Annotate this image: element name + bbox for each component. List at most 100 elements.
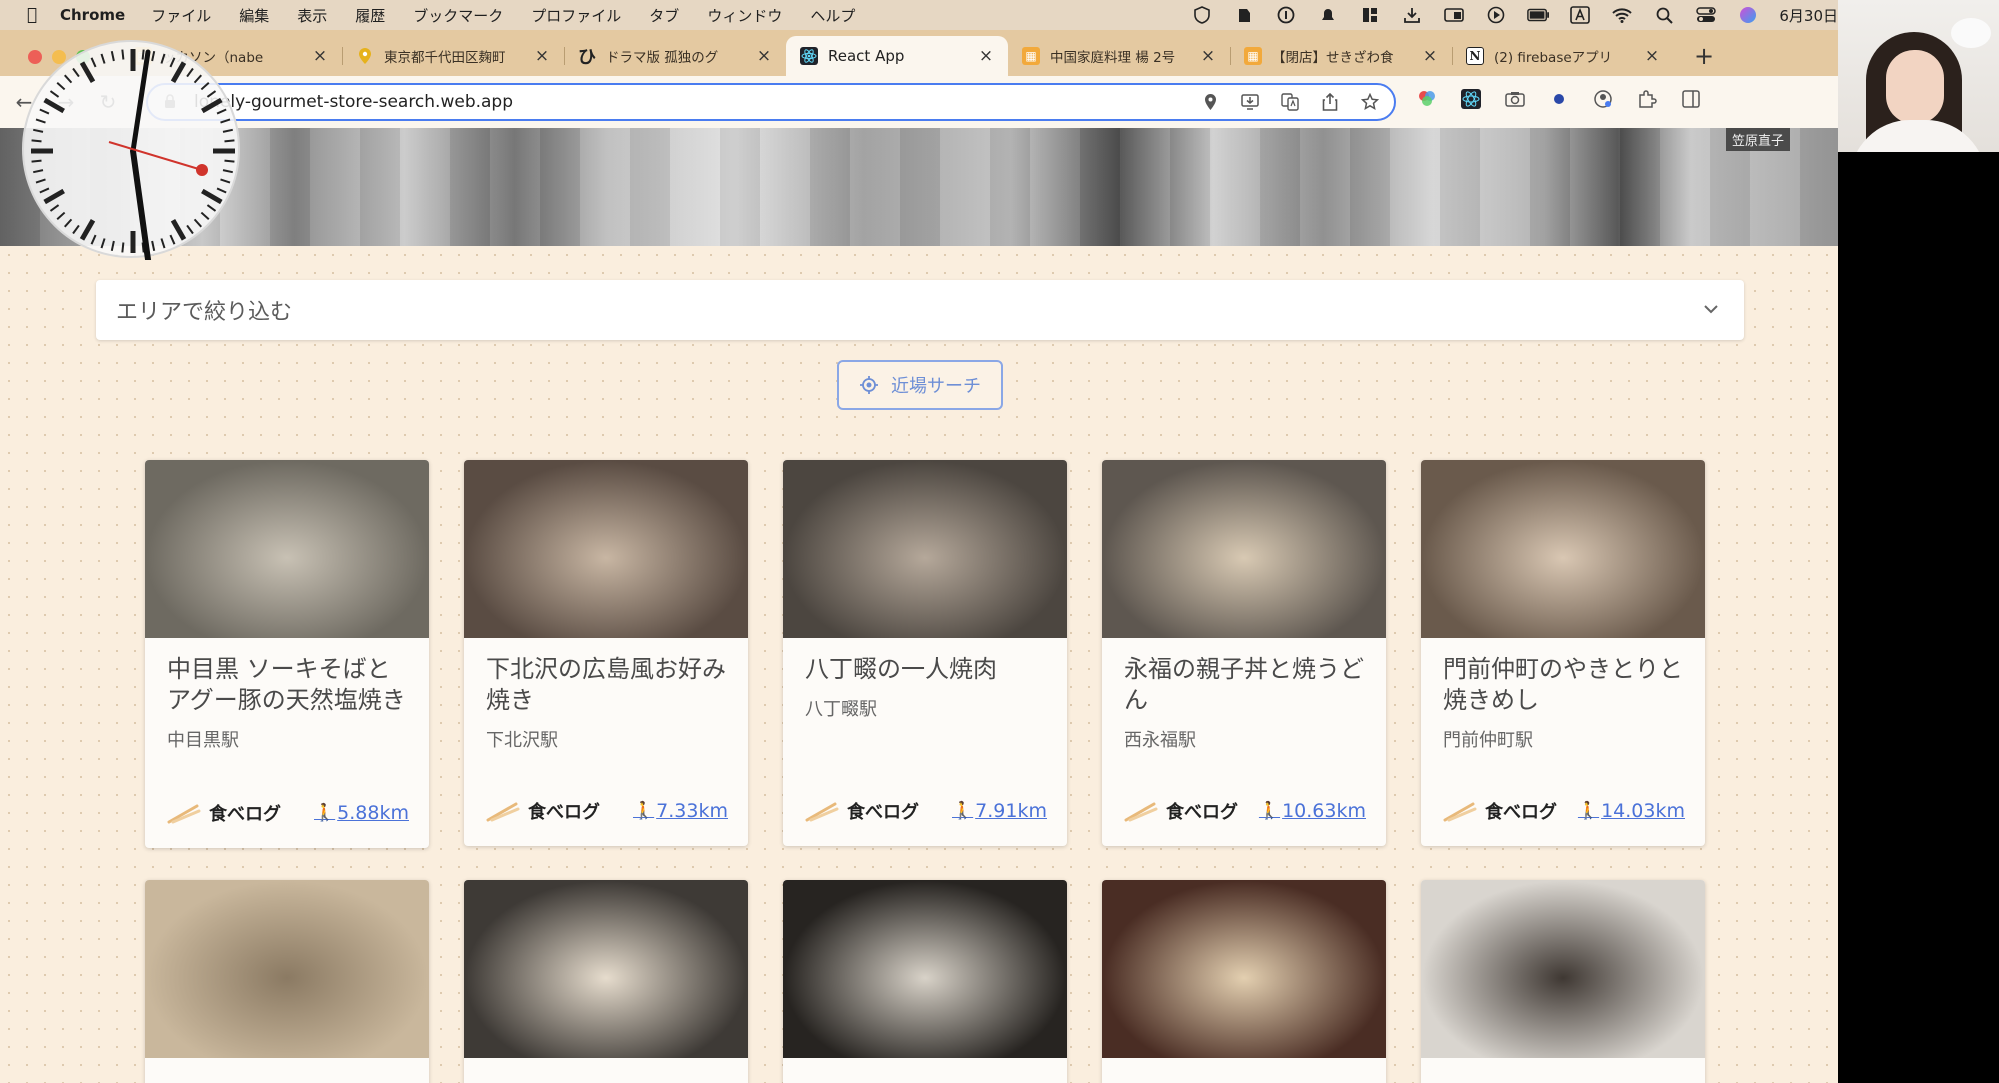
install-app-icon[interactable] <box>1240 92 1260 112</box>
menu-tab[interactable]: タブ <box>649 5 679 26</box>
clock-face-icon <box>31 49 235 277</box>
play-circle-icon[interactable] <box>1485 6 1507 24</box>
store-photo[interactable] <box>1421 460 1705 638</box>
tab-drama-gourmet[interactable]: ひ ドラマ版 孤独のグ × <box>564 36 786 76</box>
clock-tick <box>35 178 46 184</box>
distance-link[interactable]: 🚶 10.63km <box>1259 800 1366 822</box>
store-photo[interactable] <box>1102 880 1386 1058</box>
store-card[interactable]: 🚶 <box>1102 880 1386 1083</box>
store-photo[interactable] <box>464 880 748 1058</box>
nearby-search-label: 近場サーチ <box>891 376 981 397</box>
side-panel-icon[interactable] <box>1680 88 1702 110</box>
menu-help[interactable]: ヘルプ <box>810 5 855 26</box>
tab-chiyoda-map[interactable]: 東京都千代田区麹町 × <box>342 36 564 76</box>
tab-sekizawa[interactable]: ▦ 【閉店】せきざわ食 × <box>1230 36 1452 76</box>
record-extension-icon[interactable] <box>1548 88 1570 110</box>
distance-link[interactable]: 🚶 5.88km <box>314 802 409 824</box>
tabelog-link[interactable]: 食べログ <box>1124 798 1238 824</box>
wifi-icon[interactable] <box>1611 6 1633 24</box>
close-icon[interactable]: × <box>534 46 550 66</box>
clock-tick <box>39 187 50 194</box>
store-photo[interactable] <box>145 880 429 1058</box>
evernote-icon[interactable] <box>1233 6 1255 24</box>
menu-history[interactable]: 履歴 <box>355 5 385 26</box>
grid-app-icon[interactable] <box>1359 6 1381 24</box>
apple-icon[interactable]:  <box>14 5 50 25</box>
store-photo[interactable] <box>1421 880 1705 1058</box>
color-picker-extension-icon[interactable] <box>1416 88 1438 110</box>
store-photo[interactable] <box>783 460 1067 638</box>
store-photo[interactable] <box>464 460 748 638</box>
distance-link[interactable]: 🚶 14.03km <box>1578 800 1685 822</box>
tabelog-link[interactable]: 食べログ <box>805 798 919 824</box>
extensions-bar <box>1416 88 1702 110</box>
store-title[interactable]: 下北沢の広島風お好み焼き <box>486 654 728 716</box>
store-card[interactable]: 🚶 <box>1421 880 1705 1083</box>
camera-extension-icon[interactable] <box>1504 88 1526 110</box>
close-icon[interactable]: × <box>1644 46 1660 66</box>
menu-bookmarks[interactable]: ブックマーク <box>413 5 503 26</box>
tabelog-link[interactable]: 食べログ <box>486 798 600 824</box>
store-card[interactable]: 八丁畷の一人焼肉 八丁畷駅 食べログ 🚶 7.91km <box>783 460 1067 846</box>
close-icon[interactable]: × <box>756 46 772 66</box>
clock-tick <box>206 90 217 98</box>
control-center-icon[interactable] <box>1695 6 1717 24</box>
spotlight-search-icon[interactable] <box>1653 6 1675 24</box>
password-manager-icon[interactable] <box>1275 6 1297 24</box>
store-card[interactable]: 下北沢の広島風お好み焼き 下北沢駅 食べログ 🚶 7.33km <box>464 460 748 846</box>
notification-bell-icon[interactable] <box>1317 6 1339 24</box>
tab-firebase-notion[interactable]: N (2) firebaseアプリ × <box>1452 36 1674 76</box>
siri-icon[interactable] <box>1737 6 1759 24</box>
address-bar[interactable]: lonely-gourmet-store-search.web.app <box>146 83 1396 121</box>
new-tab-button[interactable]: + <box>1684 36 1724 76</box>
close-icon[interactable]: × <box>1200 46 1216 66</box>
store-photo[interactable] <box>145 460 429 638</box>
store-title[interactable]: 門前仲町のやきとりと焼きめし <box>1443 654 1685 716</box>
menu-bar-date[interactable]: 6月30日 <box>1779 5 1838 26</box>
store-title[interactable]: 中目黒 ソーキそばとアグー豚の天然塩焼き <box>167 654 409 716</box>
tab-title: 【閉店】せきざわ食 <box>1272 50 1394 66</box>
area-filter-select[interactable]: エリアで絞り込む <box>96 280 1744 340</box>
input-source-icon[interactable] <box>1569 6 1591 24</box>
close-icon[interactable]: × <box>978 46 994 66</box>
store-card[interactable]: 中目黒 ソーキそばとアグー豚の天然塩焼き 中目黒駅 食べログ 🚶 5.88km <box>145 460 429 848</box>
tab-chinese-restaurant[interactable]: ▦ 中国家庭料理 楊 2号 × <box>1008 36 1230 76</box>
bookmark-star-icon[interactable] <box>1360 92 1380 112</box>
menu-file[interactable]: ファイル <box>151 5 211 26</box>
store-title[interactable]: 永福の親子丼と焼うどん <box>1124 654 1366 716</box>
store-card[interactable]: 🚶 <box>464 880 748 1083</box>
clock-tick <box>220 178 231 184</box>
store-card[interactable]: 門前仲町のやきとりと焼きめし 門前仲町駅 食べログ 🚶 14.03km <box>1421 460 1705 846</box>
screen-mirroring-icon[interactable] <box>1443 6 1465 24</box>
close-icon[interactable]: × <box>312 46 328 66</box>
url-text[interactable]: lonely-gourmet-store-search.web.app <box>194 92 1200 112</box>
store-card[interactable]: 永福の親子丼と焼うどん 西永福駅 食べログ 🚶 10.63km <box>1102 460 1386 846</box>
battery-icon[interactable] <box>1527 6 1550 24</box>
tabelog-link[interactable]: 食べログ <box>1443 798 1557 824</box>
profile-extension-icon[interactable] <box>1592 88 1614 110</box>
menu-app-name[interactable]: Chrome <box>60 6 125 24</box>
distance-link[interactable]: 🚶 7.91km <box>952 800 1047 822</box>
shield-icon[interactable] <box>1191 6 1213 24</box>
tab-react-app[interactable]: React App × <box>786 36 1008 76</box>
share-icon[interactable] <box>1320 92 1340 112</box>
location-icon[interactable] <box>1200 92 1220 112</box>
react-devtools-extension-icon[interactable] <box>1460 88 1482 110</box>
store-card[interactable]: 🚶 <box>145 880 429 1083</box>
translate-icon[interactable] <box>1280 92 1300 112</box>
close-icon[interactable]: × <box>1422 46 1438 66</box>
menu-profiles[interactable]: プロファイル <box>531 5 621 26</box>
puzzle-extensions-icon[interactable] <box>1636 88 1658 110</box>
tabelog-link[interactable]: 食べログ <box>167 800 281 826</box>
store-station: 門前仲町駅 <box>1443 730 1533 751</box>
download-icon[interactable] <box>1401 6 1423 24</box>
menu-window[interactable]: ウィンドウ <box>707 5 782 26</box>
menu-edit[interactable]: 編集 <box>239 5 269 26</box>
store-card[interactable]: 🚶 <box>783 880 1067 1083</box>
store-photo[interactable] <box>783 880 1067 1058</box>
distance-link[interactable]: 🚶 7.33km <box>633 800 728 822</box>
store-photo[interactable] <box>1102 460 1386 638</box>
menu-view[interactable]: 表示 <box>297 5 327 26</box>
store-title[interactable]: 八丁畷の一人焼肉 <box>805 654 1047 685</box>
nearby-search-button[interactable]: 近場サーチ <box>837 360 1003 410</box>
